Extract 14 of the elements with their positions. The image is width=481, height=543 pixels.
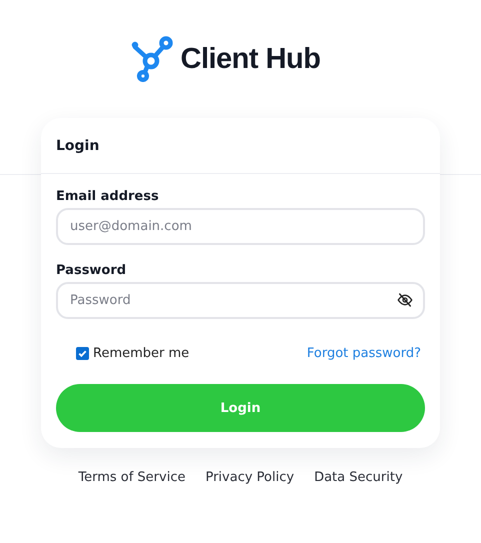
checkbox[interactable] xyxy=(76,347,89,360)
password-field[interactable]: Password xyxy=(56,282,425,319)
logo-icon xyxy=(130,36,174,82)
field-label: Password xyxy=(56,263,128,278)
remember-label: Remember me xyxy=(93,346,190,361)
footer-link[interactable]: Terms of Service xyxy=(78,470,186,485)
forgot-password-link[interactable]: Forgot password? xyxy=(306,346,421,361)
card-title: Login xyxy=(56,138,100,154)
brand-name: Client Hub xyxy=(180,42,320,76)
footer-link[interactable]: Data Security xyxy=(314,470,403,485)
email-field[interactable]: user@domain.com xyxy=(56,208,425,245)
eye-off-icon[interactable] xyxy=(397,292,413,308)
footer-link[interactable]: Privacy Policy xyxy=(205,470,294,485)
field-label: Email address xyxy=(56,189,160,204)
